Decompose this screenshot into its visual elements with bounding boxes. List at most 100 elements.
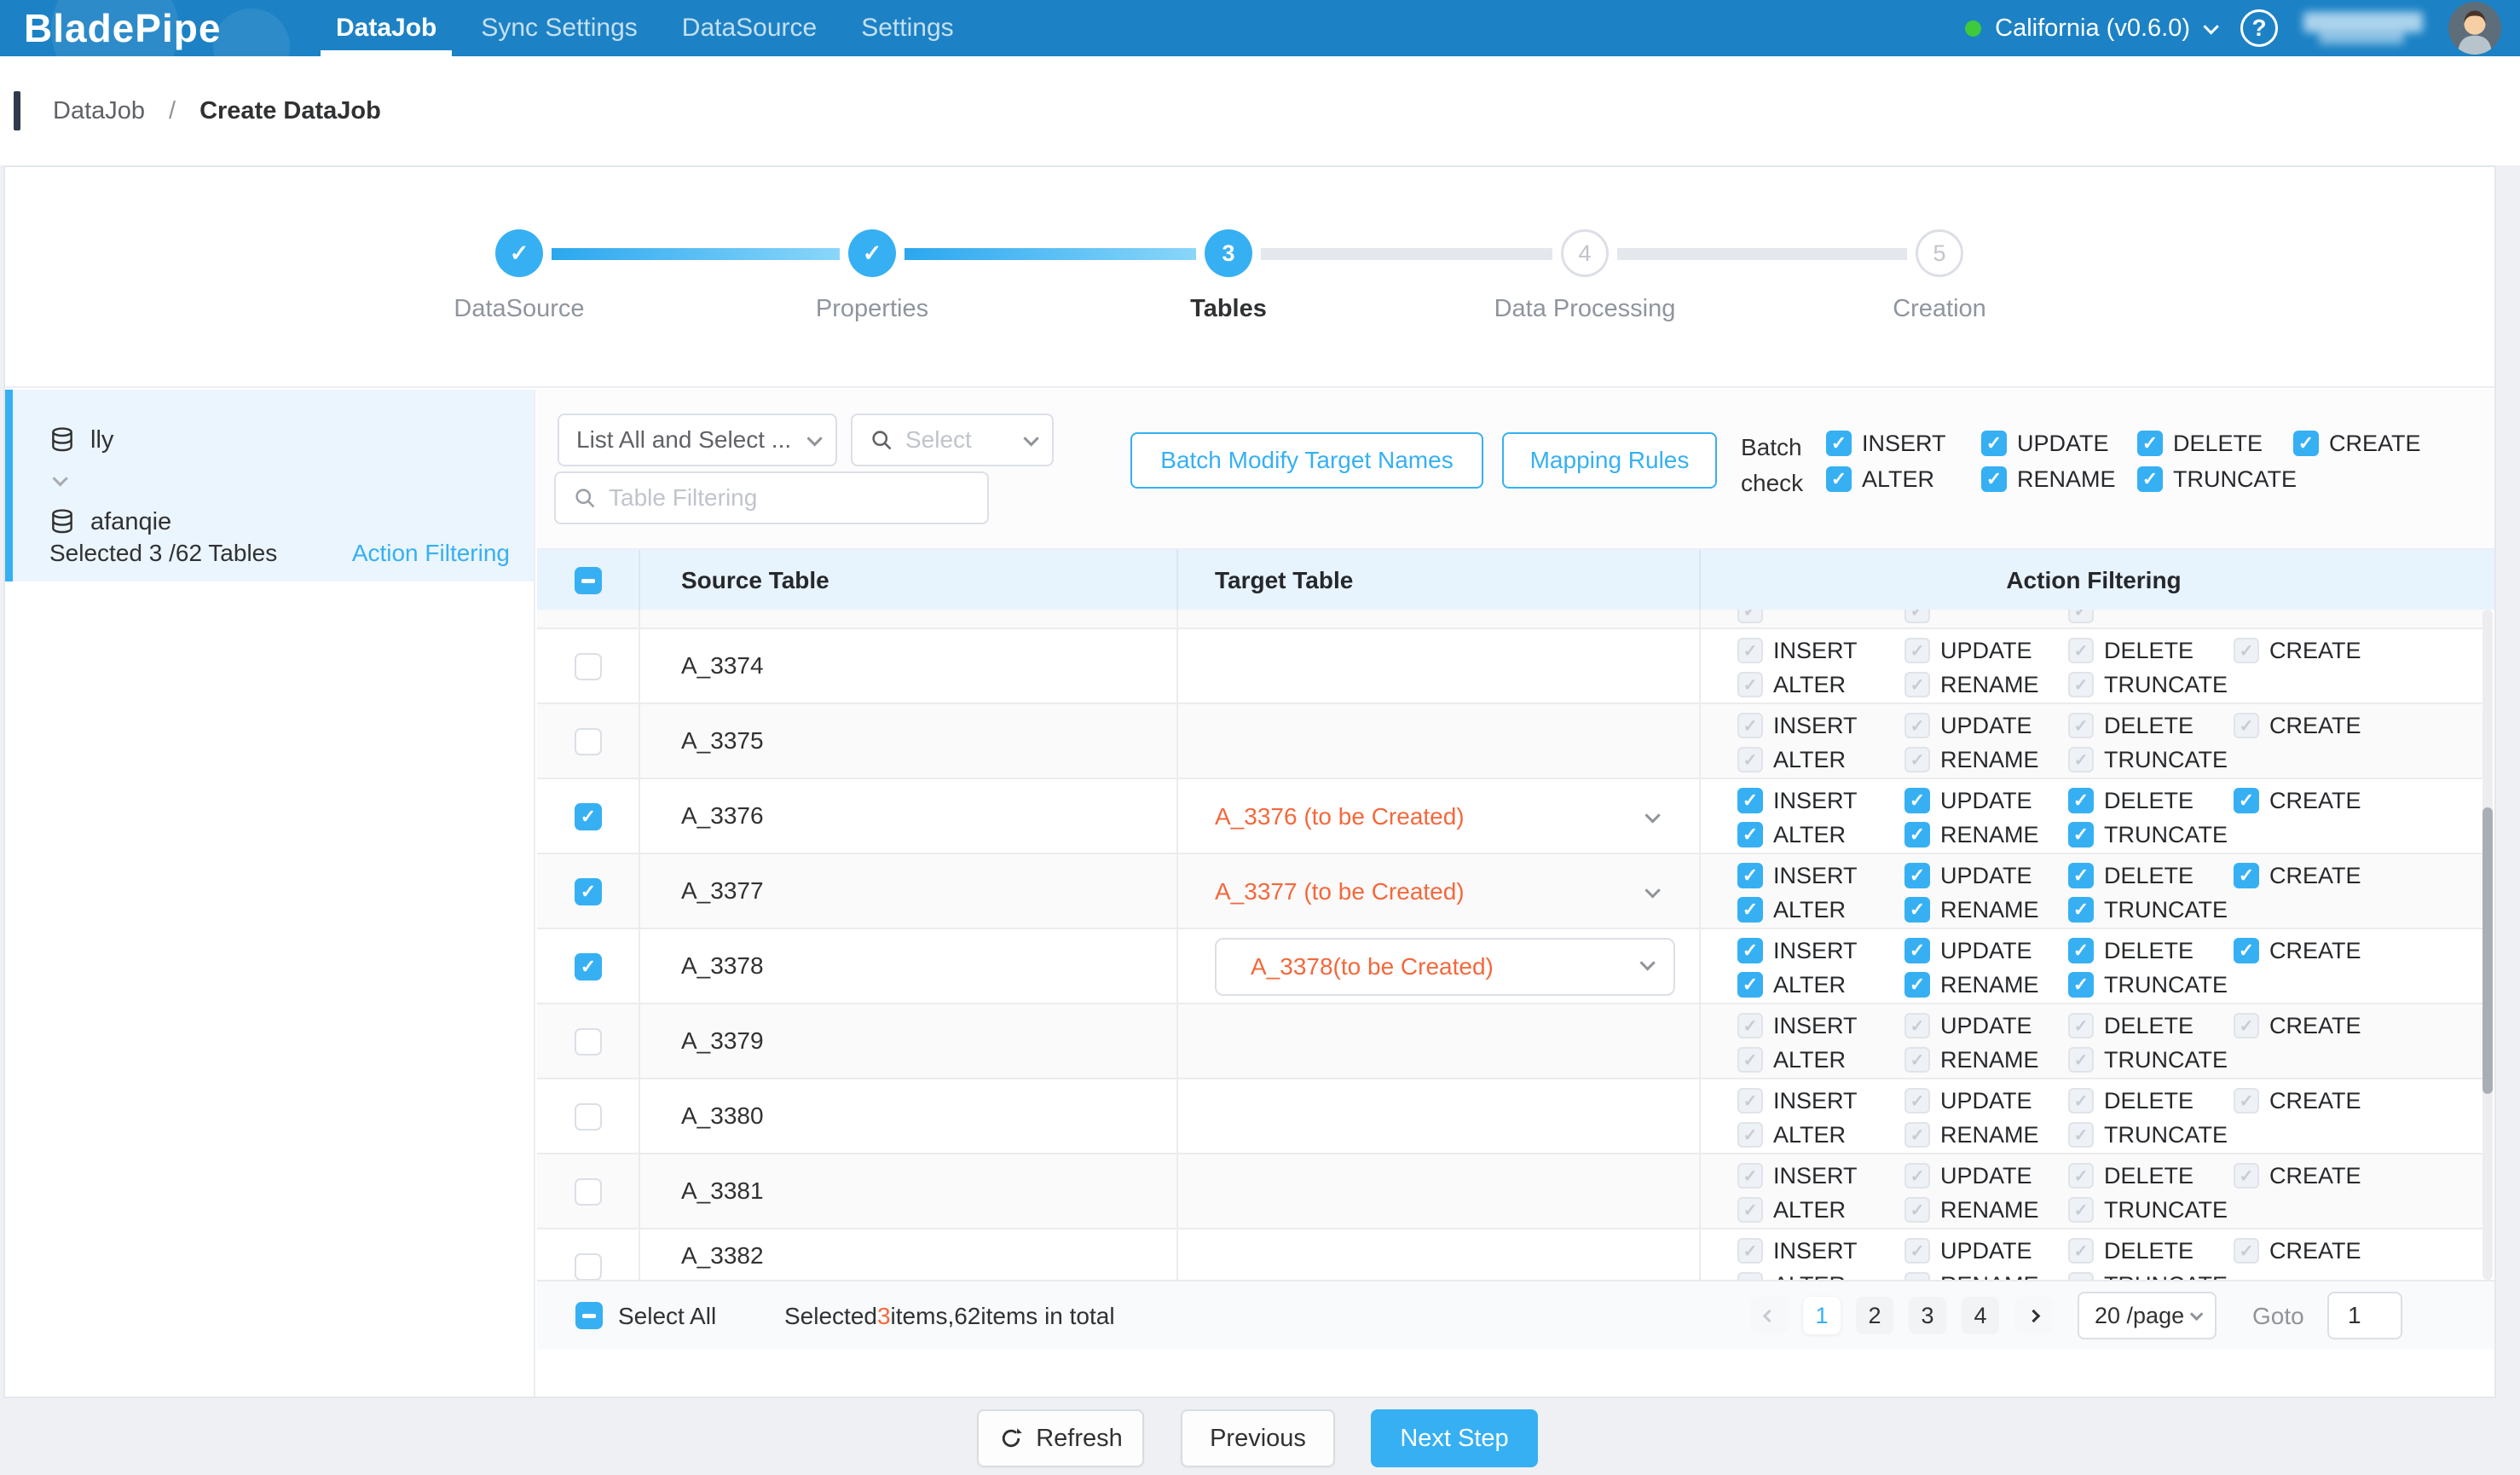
checkbox-alter[interactable] xyxy=(1737,897,1763,923)
row-select-checkbox[interactable] xyxy=(575,953,602,980)
checkbox-create[interactable] xyxy=(2234,863,2259,888)
pagination-page-2[interactable]: 2 xyxy=(1856,1297,1893,1334)
sidebar-selected-panel[interactable]: lly afanqie Selected 3 /62 Tables Action… xyxy=(5,390,534,581)
checkbox-delete[interactable] xyxy=(2068,938,2094,963)
nav-tab-settings[interactable]: Settings xyxy=(839,0,975,56)
checkbox-insert[interactable] xyxy=(1737,938,1763,963)
checkbox-label: RENAME xyxy=(1940,897,2039,923)
checkbox-truncate[interactable] xyxy=(2068,972,2094,998)
breadcrumb-parent[interactable]: DataJob xyxy=(53,97,145,125)
target-table-select[interactable]: A_3378(to be Created) xyxy=(1215,938,1675,996)
source-db-name: lly xyxy=(90,426,113,454)
checkbox-alter[interactable] xyxy=(1737,822,1763,847)
checkbox-update[interactable] xyxy=(1904,938,1930,963)
row-action-delete: DELETE xyxy=(2068,1162,2193,1189)
batch-modify-target-names-button[interactable]: Batch Modify Target Names xyxy=(1130,432,1483,489)
checkbox-rename[interactable] xyxy=(1904,822,1930,847)
chevron-down-icon[interactable] xyxy=(1645,887,1656,902)
total-count: 62 xyxy=(954,1303,980,1330)
page-size-select[interactable]: 20 /page xyxy=(2078,1292,2217,1339)
checkbox-label: ALTER xyxy=(1773,1122,1846,1148)
avatar[interactable] xyxy=(2448,2,2501,55)
mapping-rules-button[interactable]: Mapping Rules xyxy=(1502,432,1717,489)
breadcrumb-accent-bar xyxy=(14,91,20,130)
pagination-next[interactable] xyxy=(2014,1297,2052,1334)
checkbox-alter[interactable] xyxy=(1737,972,1763,998)
previous-button[interactable]: Previous xyxy=(1181,1409,1335,1467)
checkbox-update[interactable] xyxy=(1981,431,2007,456)
checkbox-delete[interactable] xyxy=(2137,431,2163,456)
goto-page-input[interactable] xyxy=(2327,1292,2402,1339)
checkbox-truncate[interactable] xyxy=(2068,897,2094,923)
checkbox-delete[interactable] xyxy=(2068,863,2094,888)
nav-tab-datajob[interactable]: DataJob xyxy=(314,0,459,56)
row-select-checkbox[interactable] xyxy=(575,1028,602,1056)
pagination-page-1[interactable]: 1 xyxy=(1803,1297,1841,1334)
row-select-checkbox[interactable] xyxy=(575,803,602,830)
checkbox-truncate xyxy=(2068,747,2094,772)
checkbox-create[interactable] xyxy=(2234,938,2259,963)
row-action-rename: RENAME xyxy=(1904,1271,2039,1280)
select-all-checkbox[interactable] xyxy=(575,1302,603,1329)
checkbox-label: RENAME xyxy=(1940,972,2039,998)
selected-tables-count: Selected 3 /62 Tables xyxy=(49,540,277,567)
column-select[interactable]: Select xyxy=(851,414,1054,466)
row-select-checkbox[interactable] xyxy=(575,1178,602,1206)
checkbox-truncate xyxy=(2068,672,2094,697)
select-all-header-checkbox[interactable] xyxy=(575,567,602,594)
row-select-checkbox[interactable] xyxy=(575,1103,602,1131)
checkbox-insert[interactable] xyxy=(1737,788,1763,813)
checkbox-update xyxy=(1904,1013,1930,1038)
checkbox-rename xyxy=(1904,610,1930,623)
row-select-checkbox[interactable] xyxy=(575,728,602,755)
checkbox-insert[interactable] xyxy=(1737,863,1763,888)
checkbox-rename[interactable] xyxy=(1904,897,1930,923)
chevron-down-icon[interactable] xyxy=(1645,812,1656,827)
pagination-page-3[interactable]: 3 xyxy=(1909,1297,1946,1334)
checkbox-create[interactable] xyxy=(2234,788,2259,813)
table-scrollbar-thumb[interactable] xyxy=(2482,807,2493,1094)
row-action-truncate: TRUNCATE xyxy=(2068,1196,2228,1223)
list-mode-select[interactable]: List All and Select ... xyxy=(558,414,837,466)
checkbox-delete xyxy=(2068,713,2094,738)
row-select-checkbox[interactable] xyxy=(575,653,602,680)
region-selector[interactable]: California (v0.6.0) xyxy=(1965,14,2215,43)
checkbox-label: INSERT xyxy=(1773,1088,1858,1114)
checkbox-update[interactable] xyxy=(1904,788,1930,813)
checkbox-delete[interactable] xyxy=(2068,788,2094,813)
checkbox-truncate[interactable] xyxy=(2068,822,2094,847)
row-action-update: UPDATE xyxy=(1904,1162,2032,1189)
checkbox-rename xyxy=(1904,1047,1930,1073)
checkbox-label: CREATE xyxy=(2269,1013,2361,1039)
row-action-delete: DELETE xyxy=(2068,937,2193,964)
nav-tab-datasource[interactable]: DataSource xyxy=(660,0,839,56)
target-table-name[interactable]: A_3377 (to be Created) xyxy=(1215,854,1465,929)
checkbox-alter[interactable] xyxy=(1826,466,1852,492)
checkbox-label: ALTER xyxy=(1773,897,1846,923)
table-filter-input[interactable]: Table Filtering xyxy=(554,471,989,524)
checkbox-rename[interactable] xyxy=(1904,972,1930,998)
checkbox-label: TRUNCATE xyxy=(2104,1197,2228,1223)
row-select-checkbox[interactable] xyxy=(575,878,602,905)
help-icon[interactable]: ? xyxy=(2240,9,2278,47)
row-select-checkbox[interactable] xyxy=(575,1253,602,1280)
action-filtering-link[interactable]: Action Filtering xyxy=(352,540,510,567)
select-all-label: Select All xyxy=(618,1281,716,1351)
checkbox-truncate[interactable] xyxy=(2137,466,2163,492)
checkbox-label: ALTER xyxy=(1773,972,1846,998)
target-table-name[interactable]: A_3376 (to be Created) xyxy=(1215,779,1465,854)
checkbox-rename[interactable] xyxy=(1981,466,2007,492)
nav-tab-sync-settings[interactable]: Sync Settings xyxy=(459,0,659,56)
checkbox-insert[interactable] xyxy=(1826,431,1852,456)
pagination-prev[interactable] xyxy=(1750,1297,1788,1334)
table-row-A_3382: A_3382INSERTUPDATEDELETECREATEALTERRENAM… xyxy=(537,1229,2488,1280)
row-action-update: UPDATE xyxy=(1904,712,2032,739)
next-step-button[interactable]: Next Step xyxy=(1371,1409,1538,1467)
checkbox-update[interactable] xyxy=(1904,863,1930,888)
refresh-button[interactable]: Refresh xyxy=(977,1409,1144,1467)
breadcrumb-separator: / xyxy=(169,97,176,125)
checkbox-create[interactable] xyxy=(2293,431,2319,456)
row-action-delete: DELETE xyxy=(2068,1012,2193,1039)
row-action-truncate: TRUNCATE xyxy=(2068,821,2228,848)
pagination-page-4[interactable]: 4 xyxy=(1962,1297,1999,1334)
